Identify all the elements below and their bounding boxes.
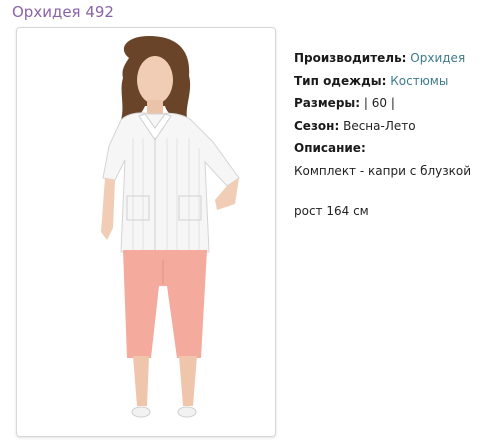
manufacturer-label: Производитель: xyxy=(294,51,407,65)
manufacturer-row: Производитель: Орхидея xyxy=(294,49,476,72)
product-title: Орхидея 492 xyxy=(12,3,114,21)
height-note: рост 164 см xyxy=(294,204,369,218)
clothing-type-label: Тип одежды: xyxy=(294,73,387,88)
clothing-type-row: Тип одежды: Костюмы xyxy=(294,72,476,95)
sizes-label: Размеры: xyxy=(294,96,361,110)
season-row: Сезон: Весна-Лето xyxy=(294,117,476,140)
product-photo[interactable] xyxy=(16,27,276,437)
clothing-type-link[interactable]: Костюмы xyxy=(390,74,448,88)
sizes-row: Размеры: | 60 | xyxy=(294,94,476,117)
manufacturer-link[interactable]: Орхидея xyxy=(410,51,465,65)
season-label: Сезон: xyxy=(294,118,340,133)
description-row: Описание: xyxy=(294,139,476,162)
description-text: Комплект - капри с блузкой xyxy=(294,163,472,178)
season-value: Весна-Лето xyxy=(343,118,416,133)
product-details: Производитель: Орхидея Тип одежды: Костю… xyxy=(294,49,476,225)
sizes-value: | 60 | xyxy=(363,96,395,110)
description-label: Описание: xyxy=(294,141,366,155)
model-image xyxy=(101,36,240,418)
